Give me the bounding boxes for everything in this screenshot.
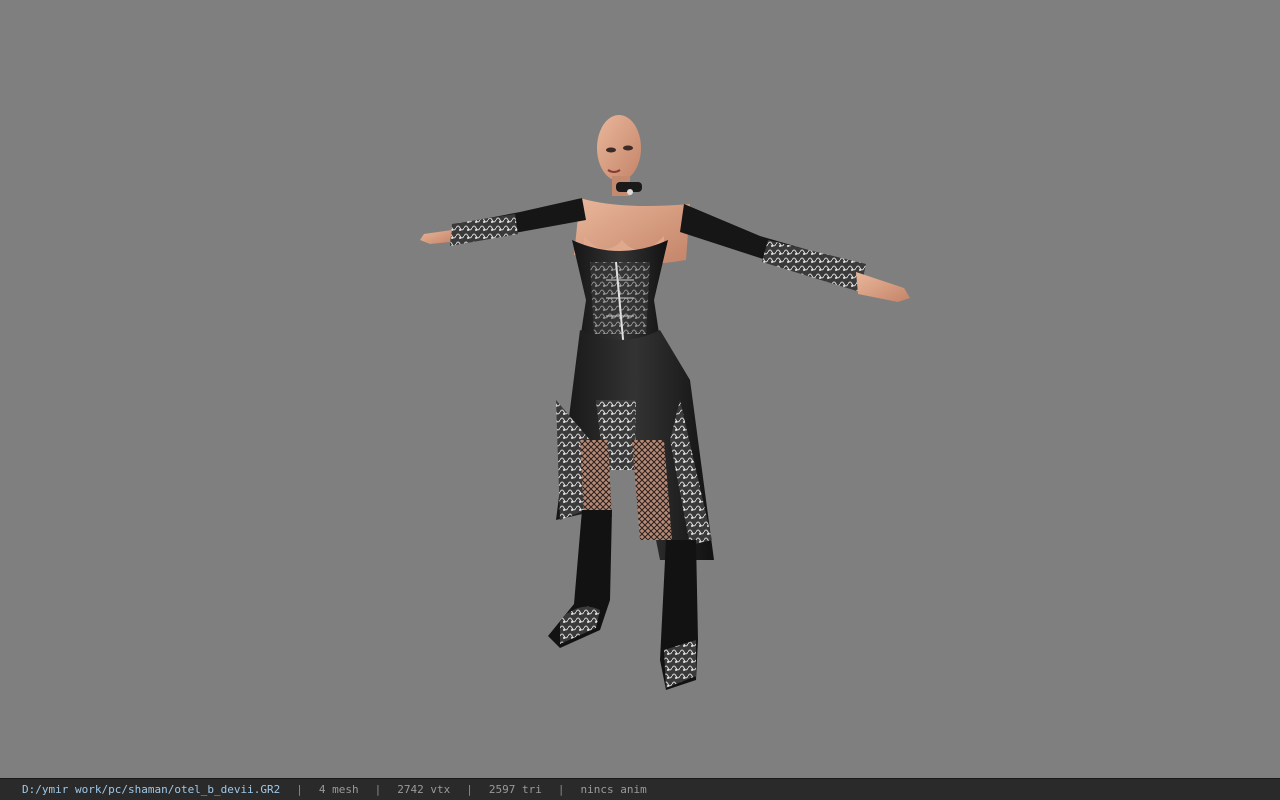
triangle-count: 2597 tri xyxy=(488,783,542,796)
anim-status: nincs anim xyxy=(580,783,647,796)
vertex-count: 2742 vtx xyxy=(397,783,451,796)
character-model-icon xyxy=(420,115,910,690)
status-bar: D:/ymir work/pc/shaman/otel_b_devii.GR2 … xyxy=(0,778,1280,800)
3d-viewport[interactable] xyxy=(0,0,1280,778)
separator: | xyxy=(557,783,565,796)
file-path: D:/ymir work/pc/shaman/otel_b_devii.GR2 xyxy=(22,783,281,796)
separator: | xyxy=(374,783,382,796)
separator: | xyxy=(466,783,473,796)
mesh-count: 4 mesh xyxy=(318,783,359,796)
separator: | xyxy=(296,783,303,796)
